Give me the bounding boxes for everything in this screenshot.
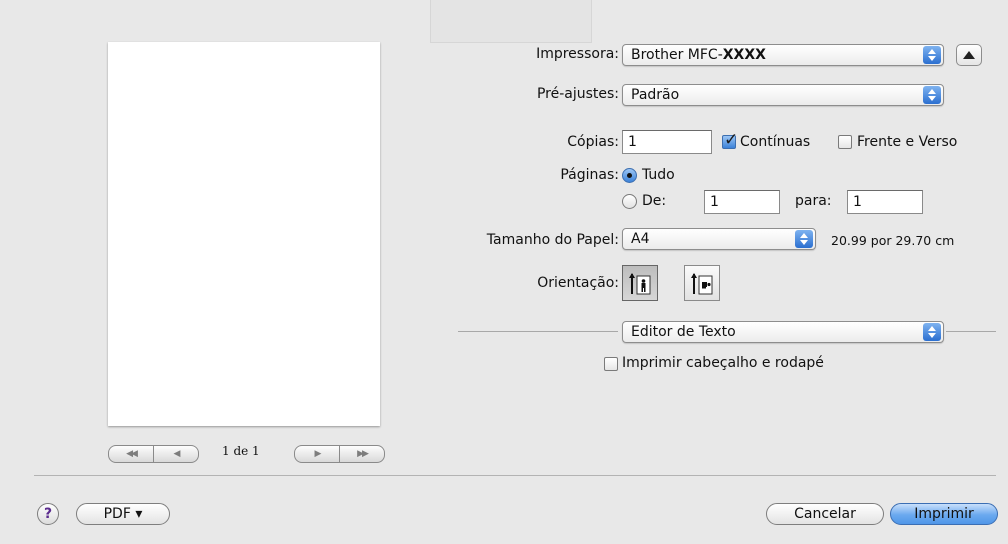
copies-field[interactable]: 1 (622, 130, 712, 154)
checkmark-icon: ✓ (724, 130, 739, 150)
dialog-sheet-top (430, 0, 592, 43)
section-divider-right (946, 331, 996, 332)
pages-to-field[interactable]: 1 (847, 190, 923, 214)
page-indicator: 1 de 1 (222, 444, 260, 458)
pages-from-label: De: (642, 193, 667, 209)
page-preview (108, 42, 380, 426)
section-divider-left (458, 331, 618, 332)
section-popup[interactable]: Editor de Texto (622, 321, 944, 343)
printer-value: Brother MFC-XXXX (631, 47, 766, 63)
copies-label: Cópias: (567, 134, 619, 150)
preview-nav-forward-group: ▶ ▶▶ (294, 445, 385, 463)
popup-arrows-icon (795, 230, 813, 248)
pdf-menu-button[interactable]: PDF ▾ (76, 503, 170, 525)
pages-label: Páginas: (560, 167, 619, 183)
next-page-button[interactable]: ▶ (295, 446, 339, 462)
paper-dimensions: 20.99 por 29.70 cm (831, 233, 955, 248)
triangle-up-icon (963, 51, 975, 59)
question-mark-icon: ? (43, 506, 53, 522)
landscape-icon (691, 273, 713, 295)
printer-popup[interactable]: Brother MFC-XXXX (622, 44, 944, 66)
last-page-button[interactable]: ▶▶ (339, 446, 384, 462)
pages-range-radio[interactable] (622, 194, 637, 209)
orientation-label: Orientação: (537, 275, 619, 291)
section-value: Editor de Texto (631, 324, 736, 340)
print-button[interactable]: Imprimir (890, 503, 998, 525)
header-footer-label: Imprimir cabeçalho e rodapé (622, 355, 824, 371)
presets-popup[interactable]: Padrão (622, 84, 944, 106)
previous-page-button[interactable]: ◀ (153, 446, 198, 462)
paper-size-popup[interactable]: A4 (622, 228, 816, 250)
pages-all-radio[interactable] (622, 168, 637, 183)
cancel-button[interactable]: Cancelar (766, 503, 884, 525)
collated-checkbox[interactable]: ✓ (722, 130, 738, 150)
popup-arrows-icon (923, 323, 941, 341)
pages-to-label: para: (795, 193, 832, 209)
portrait-icon (629, 273, 651, 295)
preview-nav-back-group: ◀◀ ◀ (108, 445, 199, 463)
duplex-checkbox[interactable] (838, 135, 852, 149)
paper-size-label: Tamanho do Papel: (486, 232, 619, 248)
popup-arrows-icon (923, 46, 941, 64)
collated-label: Contínuas (740, 134, 811, 150)
presets-label: Pré-ajustes: (536, 86, 619, 102)
orientation-portrait-button[interactable] (622, 265, 658, 301)
paper-size-value: A4 (631, 231, 650, 247)
popup-arrows-icon (923, 86, 941, 104)
pages-all-label: Tudo (642, 167, 675, 183)
collapse-details-button[interactable] (956, 44, 982, 66)
first-page-button[interactable]: ◀◀ (109, 446, 153, 462)
header-footer-checkbox[interactable] (604, 357, 618, 371)
help-button[interactable]: ? (37, 503, 59, 525)
duplex-label: Frente e Verso (857, 134, 958, 150)
printer-label: Impressora: (536, 46, 619, 62)
footer-divider (34, 475, 996, 476)
orientation-landscape-button[interactable] (684, 265, 720, 301)
presets-value: Padrão (631, 87, 680, 103)
pages-from-field[interactable]: 1 (704, 190, 780, 214)
